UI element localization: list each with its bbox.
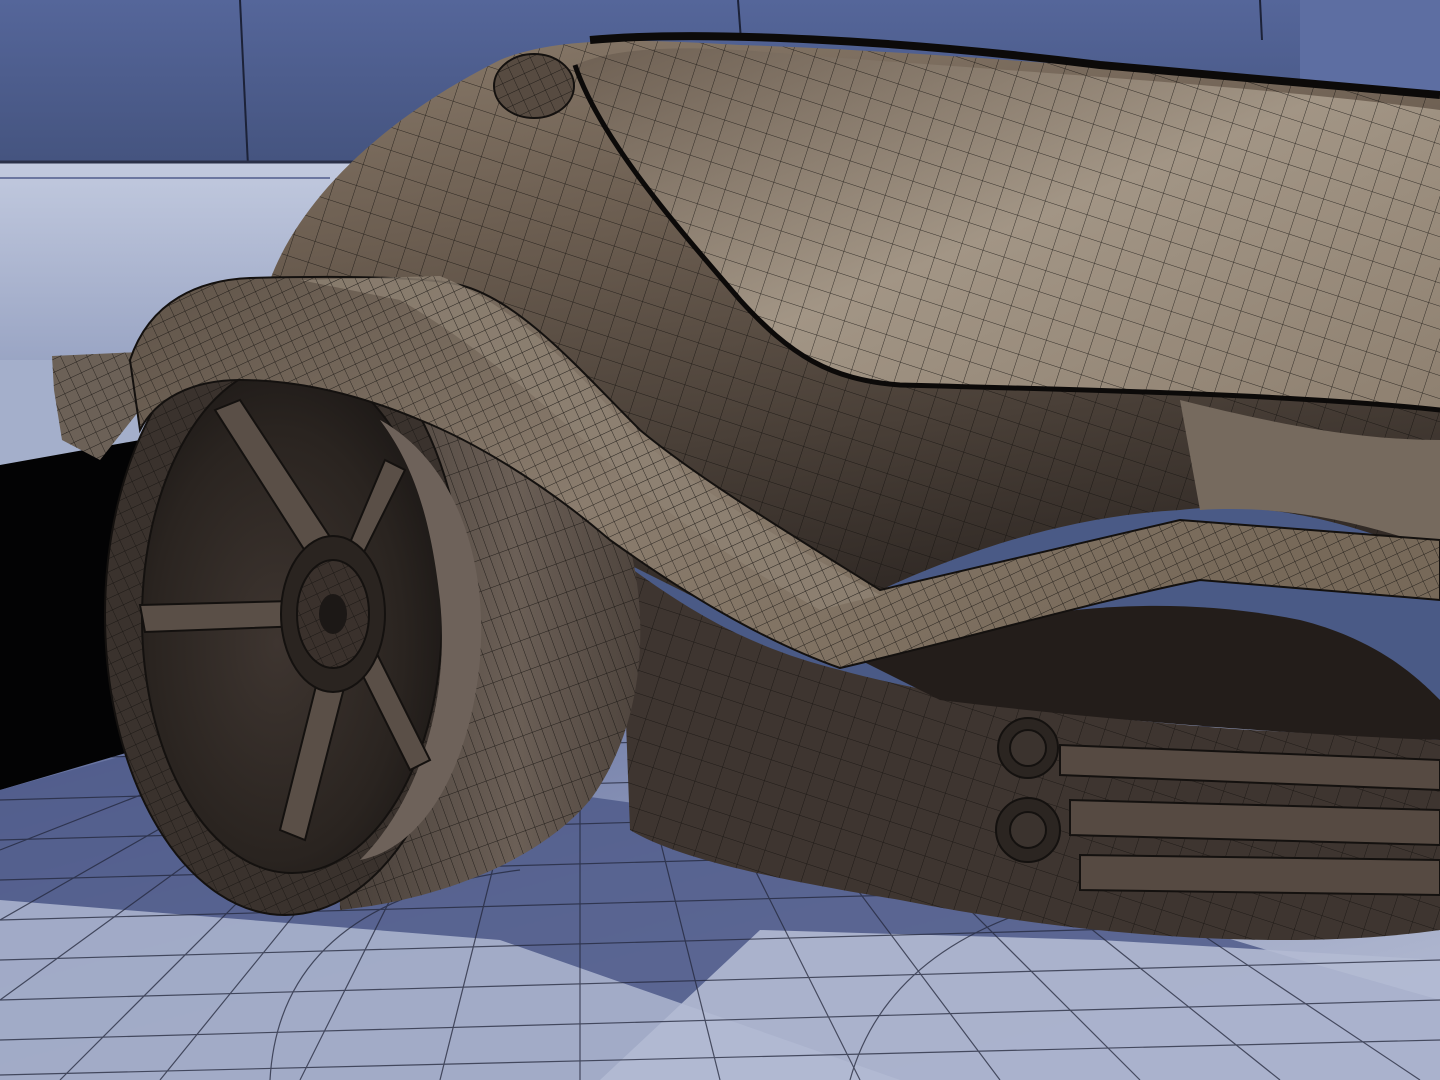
render-viewport [0, 0, 1440, 1080]
wireframe-car-render [0, 0, 1440, 1080]
